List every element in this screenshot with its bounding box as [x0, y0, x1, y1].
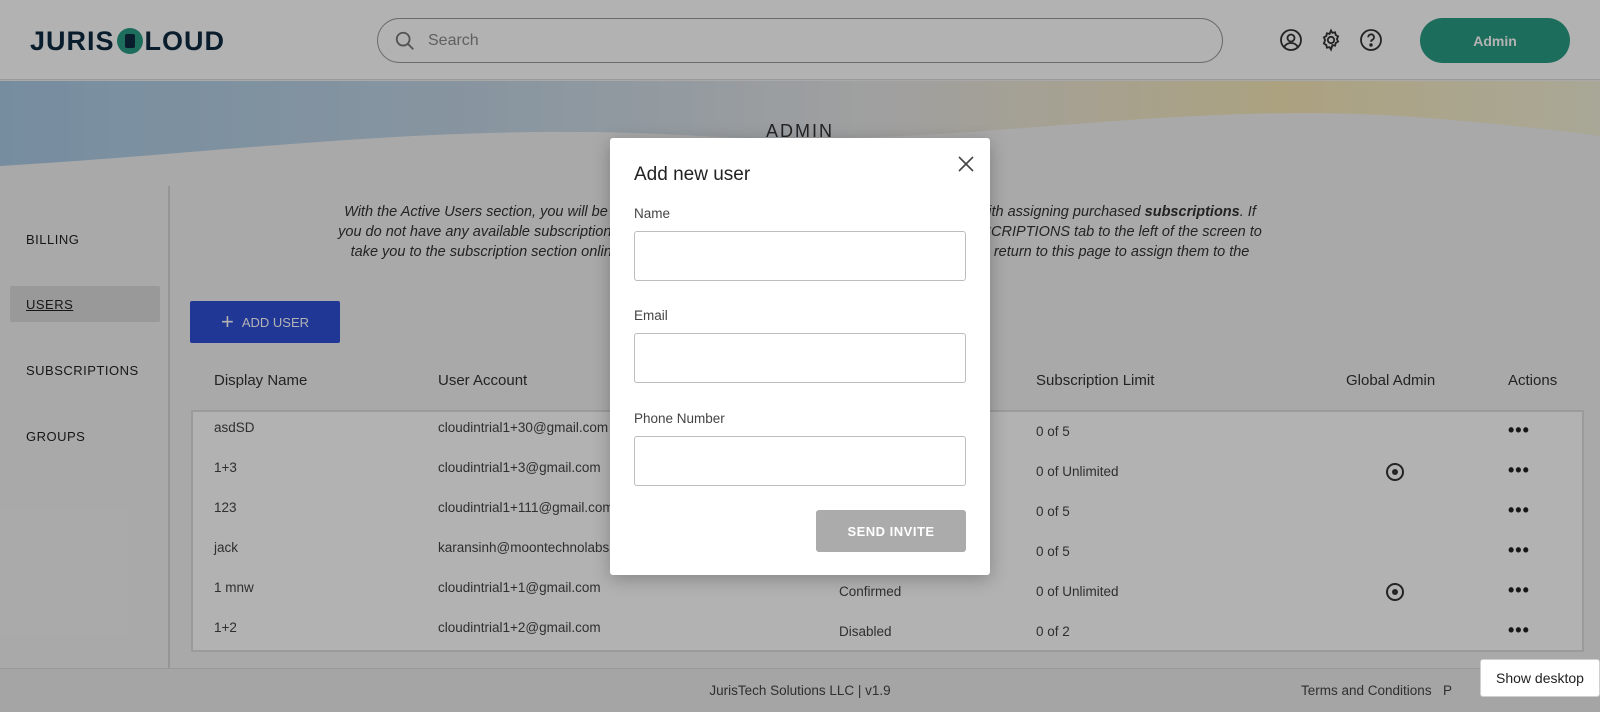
send-invite-button[interactable]: SEND INVITE: [816, 510, 966, 552]
email-input[interactable]: [634, 333, 966, 383]
email-label: Email: [634, 308, 668, 323]
show-desktop-tooltip: Show desktop: [1480, 659, 1600, 697]
modal-title: Add new user: [634, 164, 751, 185]
phone-input[interactable]: [634, 436, 966, 486]
add-user-modal: Add new user Name Email Phone Number SEN…: [610, 138, 990, 575]
name-input[interactable]: [634, 231, 966, 281]
close-icon[interactable]: [956, 154, 976, 174]
name-label: Name: [634, 206, 671, 221]
phone-label: Phone Number: [634, 411, 725, 426]
